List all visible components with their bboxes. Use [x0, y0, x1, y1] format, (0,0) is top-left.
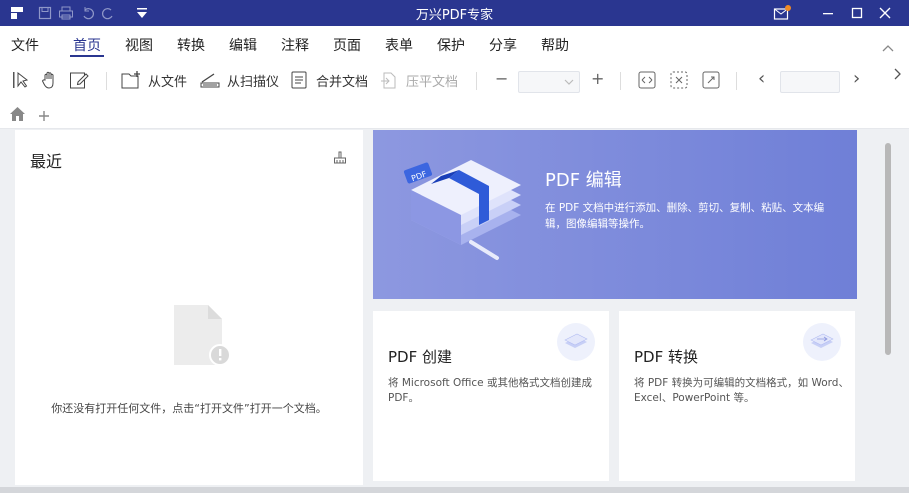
active-menu-indicator: [70, 55, 104, 57]
menu-view[interactable]: 视图: [125, 35, 153, 55]
menu-page[interactable]: 页面: [333, 35, 361, 55]
toolbar-divider: [106, 72, 107, 90]
hand-tool-icon[interactable]: [40, 70, 60, 90]
menu-form[interactable]: 表单: [385, 35, 413, 55]
merge-documents-button[interactable]: 合并文档: [290, 70, 368, 90]
title-bar: 万兴PDF专家: [0, 0, 909, 26]
menu-home[interactable]: 首页: [73, 35, 101, 55]
empty-recent-message: 你还没有打开任何文件，点击“打开文件”打开一个文档。: [51, 402, 327, 415]
pdf-convert-description: 将 PDF 转换为可编辑的文档格式，如 Word、Excel、PowerPoin…: [634, 377, 849, 404]
menu-bar: 文件 首页 视图 转换 编辑 注释 页面 表单 保护 分享 帮助: [0, 26, 909, 60]
next-page-button[interactable]: ›: [853, 68, 860, 89]
menu-convert[interactable]: 转换: [177, 35, 205, 55]
maximize-button[interactable]: [843, 2, 871, 24]
from-scanner-button[interactable]: 从扫描仪: [199, 70, 279, 90]
zoom-select[interactable]: [518, 71, 580, 93]
edit-tool-icon[interactable]: [69, 70, 89, 90]
pdf-create-description: 将 Microsoft Office 或其他格式文档创建成 PDF。: [388, 377, 592, 404]
pdf-edit-banner[interactable]: PDF PDF 编辑 在 PDF 文档中进行添加、删除、剪切、复制、粘贴、文本编…: [373, 130, 857, 299]
menu-share[interactable]: 分享: [489, 35, 517, 55]
pdf-convert-card[interactable]: PDF 转换 将 PDF 转换为可编辑的文档格式，如 Word、Excel、Po…: [619, 311, 855, 481]
menu-comment[interactable]: 注释: [281, 35, 309, 55]
window-bottom-border: [0, 487, 909, 493]
actual-size-icon[interactable]: [701, 70, 721, 90]
close-button[interactable]: [871, 2, 899, 24]
zoom-out-button[interactable]: −: [495, 69, 508, 88]
merge-icon: [291, 71, 307, 89]
new-file-icon: [121, 71, 140, 89]
fit-width-icon[interactable]: [637, 70, 657, 90]
pdf-create-title: PDF 创建: [388, 348, 452, 366]
menu-protect[interactable]: 保护: [437, 35, 465, 55]
toolbar: 从文件 从扫描仪 合并文档 压平文档 − + ‹ ›: [0, 60, 909, 100]
from-scanner-label: 从扫描仪: [227, 74, 280, 90]
pdf-convert-icon: [803, 323, 841, 361]
pdf-convert-title: PDF 转换: [634, 348, 698, 366]
menu-help[interactable]: 帮助: [541, 35, 569, 55]
scanner-icon: [200, 73, 220, 88]
add-tab-icon[interactable]: [38, 107, 50, 126]
recent-title: 最近: [30, 152, 63, 171]
toolbar-divider: [620, 72, 621, 90]
from-file-label: 从文件: [148, 74, 188, 90]
minimize-button[interactable]: [814, 2, 842, 24]
pdf-edit-title: PDF 编辑: [545, 170, 622, 191]
pdf-create-icon: [557, 323, 595, 361]
fit-page-icon[interactable]: [669, 70, 689, 90]
vertical-scrollbar[interactable]: [885, 143, 891, 355]
zoom-in-button[interactable]: +: [591, 69, 604, 88]
flatten-document-button[interactable]: 压平文档: [380, 70, 458, 90]
recent-files-panel: 最近 你还没有打开任何文件，点击“打开文件”打开一个文档。: [15, 130, 363, 485]
home-tab-icon[interactable]: [9, 106, 26, 126]
toolbar-divider: [736, 72, 737, 90]
chevron-down-icon: [564, 79, 574, 85]
select-tool-icon[interactable]: [12, 70, 30, 90]
menu-edit[interactable]: 编辑: [229, 35, 257, 55]
previous-page-button[interactable]: ‹: [758, 68, 765, 89]
flatten-icon: [381, 72, 396, 89]
notification-icon[interactable]: [773, 4, 791, 22]
clear-recent-icon[interactable]: [333, 150, 347, 169]
document-tab-strip: [0, 100, 909, 129]
pdf-edit-description: 在 PDF 文档中进行添加、删除、剪切、复制、粘贴、文本编辑，图像编辑等操作。: [545, 202, 825, 230]
pdf-edit-illustration-icon: PDF: [401, 150, 531, 269]
empty-document-icon: [170, 303, 232, 373]
page-number-input[interactable]: [780, 71, 840, 93]
pdf-create-card[interactable]: PDF 创建 将 Microsoft Office 或其他格式文档创建成 PDF…: [373, 311, 609, 481]
flatten-document-label: 压平文档: [406, 74, 459, 90]
chevron-right-icon: [894, 68, 901, 80]
toolbar-divider: [476, 72, 477, 90]
from-file-button[interactable]: 从文件: [120, 70, 187, 90]
collapse-ribbon-icon[interactable]: [882, 38, 894, 57]
merge-documents-label: 合并文档: [316, 74, 369, 90]
menu-file[interactable]: 文件: [11, 35, 39, 55]
more-tools-button[interactable]: [893, 68, 901, 80]
